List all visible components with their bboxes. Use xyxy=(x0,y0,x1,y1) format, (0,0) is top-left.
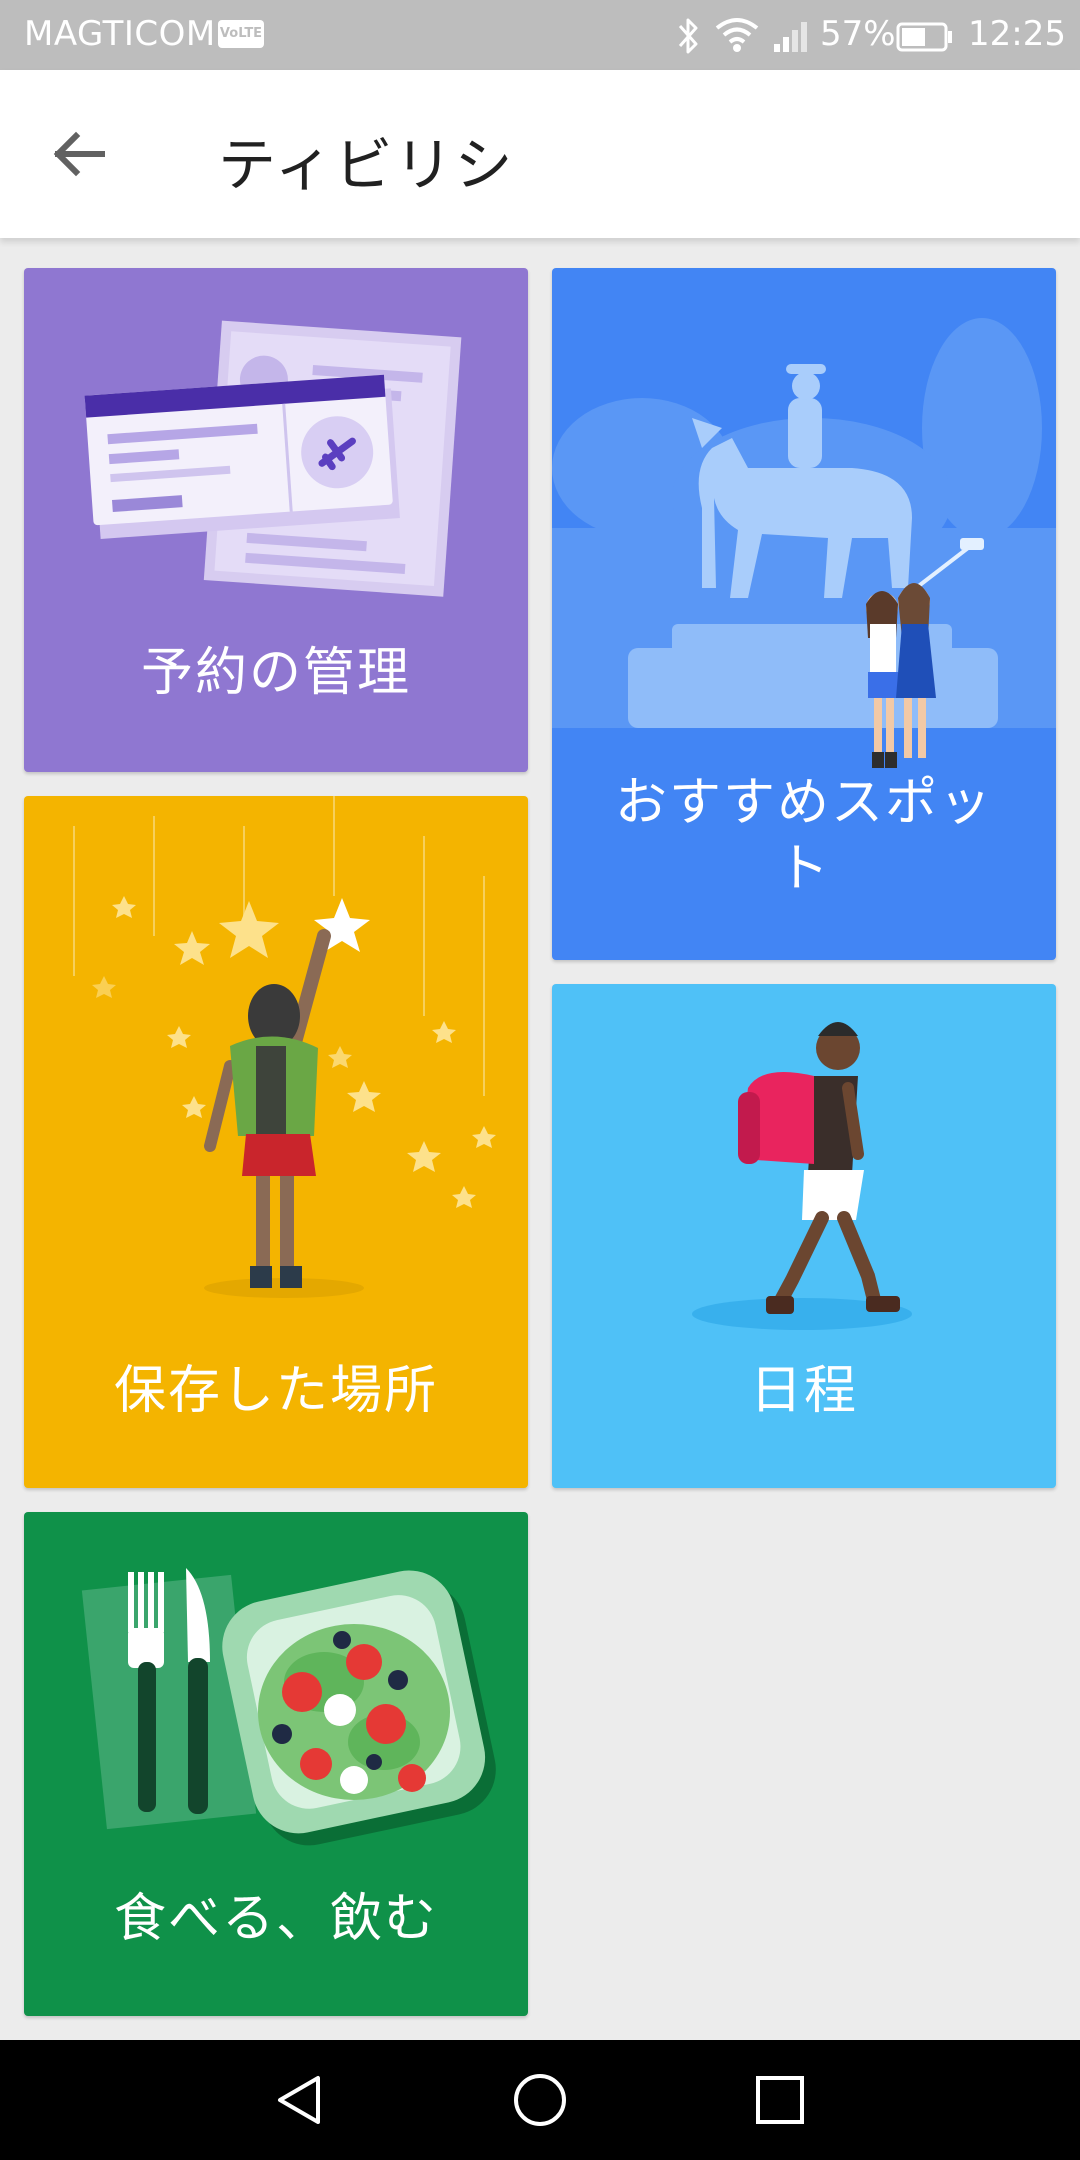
arrow-back-icon xyxy=(53,131,105,177)
card-label: 食べる、飲む xyxy=(113,1889,438,1949)
volte-badge: VoLTE xyxy=(218,20,264,48)
bluetooth-icon xyxy=(678,18,698,54)
reaching-star-illustration xyxy=(73,796,496,1298)
back-button[interactable] xyxy=(40,114,120,194)
card-eat-drink[interactable]: 食べる、飲む xyxy=(24,1512,528,2016)
nav-back-triangle-icon[interactable] xyxy=(270,2070,330,2130)
page-title: ティビリシ xyxy=(218,131,515,199)
card-label: 保存した場所 xyxy=(113,1361,438,1421)
wifi-icon xyxy=(715,18,759,52)
clock: 12:25 xyxy=(968,14,1066,54)
card-saved-places[interactable]: 保存した場所 xyxy=(24,796,528,1488)
salad-plate-illustration xyxy=(81,1568,496,1846)
app-bar: ティビリシ xyxy=(0,70,1080,238)
battery-icon xyxy=(896,22,952,52)
status-bar: MAGTICOM VoLTE 57% 12:25 xyxy=(0,0,1080,70)
statue-selfie-illustration xyxy=(552,318,1056,768)
card-label: 日程 xyxy=(749,1361,858,1421)
card-manage-bookings[interactable]: 予約の管理 xyxy=(24,268,528,772)
system-navigation-bar xyxy=(0,2040,1080,2160)
carrier-name: MAGTICOM xyxy=(24,14,216,54)
card-plans[interactable]: 日程 xyxy=(552,984,1056,1488)
screen: MAGTICOM VoLTE 57% 12:25 ティビリシ 予約の管理 おすす… xyxy=(0,0,1080,2160)
card-label: おすすめスポット xyxy=(614,773,993,899)
card-label: 予約の管理 xyxy=(140,643,411,703)
battery-percent: 57% xyxy=(820,14,896,54)
card-recommended-spots[interactable]: おすすめスポット xyxy=(552,268,1056,960)
signal-icon xyxy=(774,22,807,52)
nav-home-circle-icon[interactable] xyxy=(510,2070,570,2130)
nav-recents-square-icon[interactable] xyxy=(750,2070,810,2130)
walking-traveler-illustration xyxy=(692,1022,912,1330)
boarding-pass-illustration xyxy=(84,320,462,597)
